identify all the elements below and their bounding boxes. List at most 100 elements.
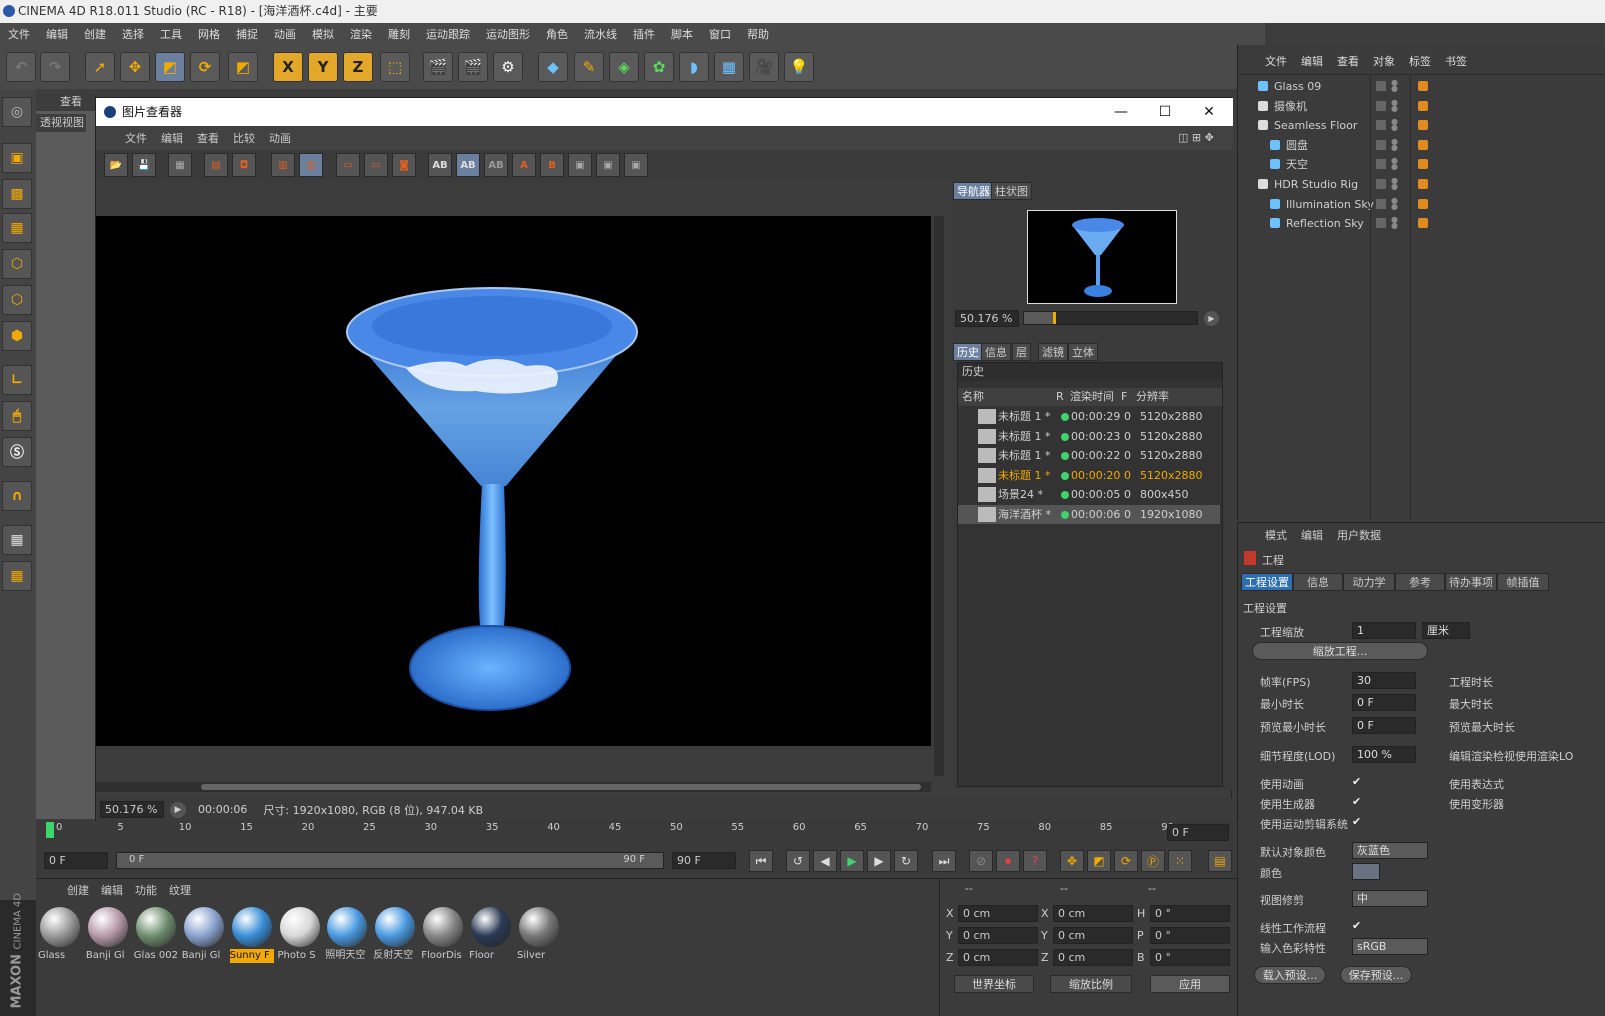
input-color-dropdown[interactable]: sRGB (1352, 938, 1428, 955)
menu-item[interactable]: 选择 (114, 26, 152, 42)
solo-icon[interactable]: Ⓢ (2, 437, 32, 467)
current-frame-field[interactable]: 0 F (1167, 824, 1229, 841)
fps-field[interactable]: 30 (1352, 672, 1416, 689)
redo-icon[interactable]: ↷ (40, 52, 70, 82)
history-row[interactable]: 海洋酒杯 * 00:00:06 0 1920x1080 (958, 505, 1220, 524)
film-strip-icon[interactable]: ▦ (168, 153, 192, 177)
view-ab-icon[interactable]: ◙ (392, 153, 416, 177)
next-key-icon[interactable]: ↻ (894, 850, 918, 872)
scale-icon[interactable]: ◩ (155, 52, 185, 82)
menu-item[interactable]: 角色 (538, 26, 576, 42)
compare-ab-icon[interactable]: AB (428, 153, 452, 177)
snap-icon[interactable]: ∩ (2, 481, 32, 511)
material-swatch[interactable]: Glass (38, 905, 82, 963)
obj-menu-item[interactable]: 标签 (1402, 53, 1438, 69)
viewer-menu-item[interactable]: 比较 (226, 130, 262, 146)
load-preset-button[interactable]: 载入预设... (1254, 966, 1326, 984)
coord-position-field[interactable]: 0 cm (958, 927, 1038, 944)
play-icon[interactable]: ▶ (170, 801, 186, 818)
planar-workplane-icon[interactable]: ▦ (2, 561, 32, 591)
make-editable-icon[interactable]: ◎ (2, 97, 32, 127)
tag-icon[interactable] (1418, 159, 1428, 170)
attr-menu-item[interactable]: 用户数据 (1330, 527, 1388, 543)
coord-size-field[interactable]: 0 cm (1053, 927, 1133, 944)
timeline-window-icon[interactable]: ▤ (1208, 850, 1232, 872)
lock-workplane-icon[interactable]: ▦ (2, 525, 32, 555)
layer-icon[interactable] (1376, 218, 1386, 229)
playhead-marker[interactable] (46, 822, 54, 838)
z-axis-icon[interactable]: Z (343, 52, 373, 82)
use-generators-checkbox[interactable]: ✔ (1352, 796, 1364, 808)
paste-icon[interactable]: ▥ (299, 153, 323, 177)
menu-item[interactable]: 创建 (76, 26, 114, 42)
project-scale-field[interactable]: 1 (1352, 622, 1416, 639)
object-row[interactable]: Illumination Sky ● ● (1238, 195, 1605, 214)
deformer-icon[interactable]: ◗ (679, 52, 709, 82)
menu-item[interactable]: 插件 (625, 26, 663, 42)
material-swatch[interactable]: Floor (469, 905, 513, 963)
go-to-start-icon[interactable]: ⏮ (749, 850, 773, 872)
menu-item[interactable]: 编辑 (38, 26, 76, 42)
coord-position-field[interactable]: 0 cm (958, 949, 1038, 966)
tab-todo[interactable]: 待办事项 (1445, 573, 1497, 591)
tab-info[interactable]: 信息 (981, 343, 1011, 361)
menu-item[interactable]: 工具 (152, 26, 190, 42)
col-name[interactable]: 名称 (962, 388, 984, 406)
undo-icon[interactable]: ↶ (6, 52, 36, 82)
viewer-menu-item[interactable]: 查看 (190, 130, 226, 146)
render-settings-icon[interactable]: ⚙ (493, 52, 523, 82)
save-preset-button[interactable]: 保存预设... (1340, 966, 1412, 984)
close-icon[interactable]: ✕ (1187, 98, 1231, 126)
floor-icon[interactable]: ▦ (714, 52, 744, 82)
object-row[interactable]: 摄像机 ● ● (1238, 97, 1605, 116)
tab-history[interactable]: 历史 (953, 343, 983, 361)
key-scale-icon[interactable]: ◩ (1087, 850, 1111, 872)
world-coordinates-dropdown[interactable]: 世界坐标 (954, 975, 1034, 993)
history-row[interactable]: 未标题 1 * 00:00:22 0 5120x2880 (958, 446, 1220, 465)
menu-item[interactable]: 帮助 (739, 26, 777, 42)
layer-icon[interactable] (1376, 100, 1386, 111)
key-rotation-icon[interactable]: ⟳ (1114, 850, 1138, 872)
object-row[interactable]: Seamless Floor ● ● (1238, 116, 1605, 135)
tab-dynamics[interactable]: 动力学 (1343, 573, 1395, 591)
layer-icon[interactable] (1376, 198, 1386, 209)
obj-menu-item[interactable]: 书签 (1438, 53, 1474, 69)
visibility-dots-icon[interactable]: ● ● (1391, 157, 1398, 171)
tab-layers[interactable]: 层 (1012, 343, 1031, 361)
color-swatch[interactable] (1352, 863, 1380, 880)
set-a-icon[interactable]: A (512, 153, 536, 177)
tag-icon[interactable] (1418, 100, 1428, 111)
history-row[interactable]: 未标题 1 * 00:00:23 0 5120x2880 (958, 427, 1220, 446)
axis-mode-icon[interactable]: ∟ (2, 365, 32, 395)
min-time-field[interactable]: 0 F (1352, 694, 1416, 711)
range-slider[interactable]: 0 F 90 F (116, 852, 664, 869)
visibility-dots-icon[interactable]: ● ● (1391, 177, 1398, 191)
tweak-mode-icon[interactable]: 🖱 (2, 401, 32, 431)
points-mode-icon[interactable]: ⬡ (2, 249, 32, 279)
menu-item[interactable]: 雕刻 (380, 26, 418, 42)
y-axis-icon[interactable]: Y (308, 52, 338, 82)
tag-icon[interactable] (1418, 218, 1428, 229)
layer-icon[interactable] (1376, 139, 1386, 150)
maximize-icon[interactable]: ☐ (1143, 98, 1187, 126)
visibility-dots-icon[interactable]: ● ● (1391, 98, 1398, 112)
project-scale-unit[interactable]: 厘米 (1422, 622, 1470, 639)
navigator-zoom-field[interactable]: 50.176 % (955, 310, 1019, 327)
tag-icon[interactable] (1418, 198, 1428, 209)
texture-mode-icon[interactable]: ▩ (2, 179, 32, 209)
menu-item[interactable]: 网格 (190, 26, 228, 42)
coord-position-field[interactable]: 0 cm (958, 905, 1038, 922)
menu-item[interactable]: 运动跟踪 (418, 26, 478, 42)
layer-icon[interactable] (1376, 159, 1386, 170)
menu-item[interactable]: 捕捉 (228, 26, 266, 42)
menu-item[interactable]: 窗口 (701, 26, 739, 42)
render-active-icon[interactable]: ◘ (232, 153, 256, 177)
camera-icon[interactable]: 🎥 (749, 52, 779, 82)
set-b-icon[interactable]: B (540, 153, 564, 177)
coord-rotation-field[interactable]: 0 ° (1150, 905, 1230, 922)
history-row[interactable]: 未标题 1 * 00:00:29 0 5120x2880 (958, 407, 1220, 426)
object-row[interactable]: Glass 09 ● ● (1238, 77, 1605, 96)
viewer-menu-item[interactable]: 文件 (118, 130, 154, 146)
minimize-icon[interactable]: — (1099, 98, 1143, 126)
key-pla-icon[interactable]: ⁙ (1168, 850, 1192, 872)
